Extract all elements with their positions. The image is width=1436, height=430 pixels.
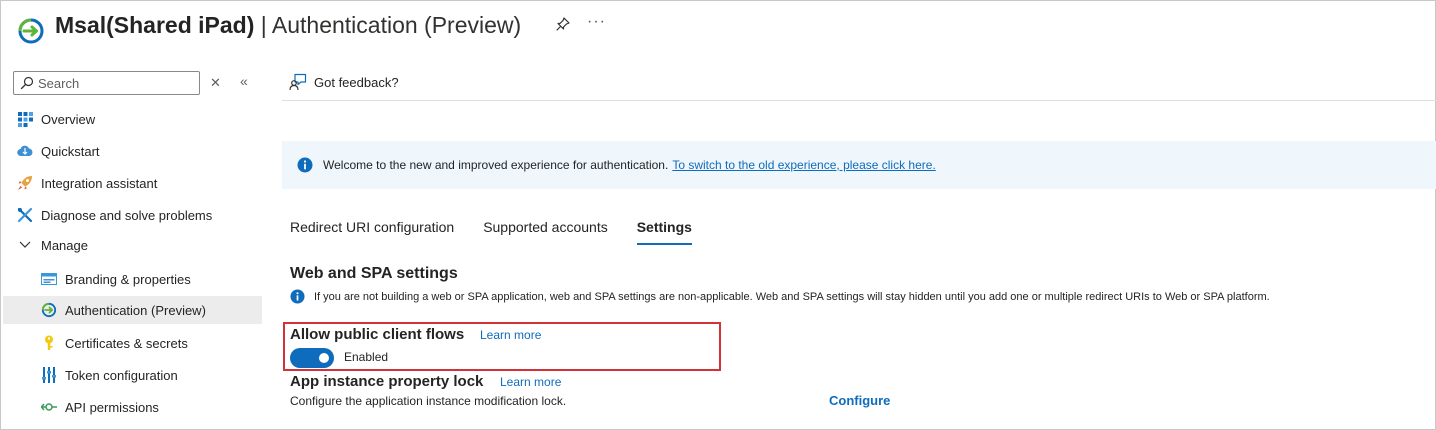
api-permissions-icon (41, 399, 57, 415)
page-title: Msal(Shared iPad) | Authentication (Prev… (55, 11, 521, 39)
info-banner: Welcome to the new and improved experien… (282, 141, 1436, 189)
tab-supported-accounts[interactable]: Supported accounts (483, 219, 608, 245)
app-instance-lock-learn-more-link[interactable]: Learn more (500, 375, 561, 389)
search-icon (20, 76, 34, 90)
sidebar-item-label: Diagnose and solve problems (41, 207, 213, 223)
toolbar-divider (282, 100, 1436, 101)
tab-settings[interactable]: Settings (636, 219, 692, 245)
info-icon (290, 289, 305, 304)
toggle-state-label: Enabled (344, 350, 389, 364)
sidebar-item-certificates[interactable]: Certificates & secrets (41, 329, 188, 357)
sidebar-item-label: Certificates & secrets (65, 335, 188, 351)
sidebar-group-manage[interactable]: Manage (17, 231, 88, 259)
sidebar-item-label: Quickstart (41, 143, 100, 159)
sidebar-item-integration-assistant[interactable]: Integration assistant (17, 169, 157, 197)
sidebar-search-box[interactable] (13, 71, 200, 95)
title-separator: | (260, 12, 267, 38)
sidebar-item-quickstart[interactable]: Quickstart (17, 137, 100, 165)
search-input[interactable] (38, 75, 198, 91)
app-instance-lock-title: App instance property lock (290, 373, 484, 390)
public-client-flows-title: Allow public client flows (290, 326, 465, 343)
cloud-icon (17, 143, 33, 159)
branding-icon (41, 271, 57, 287)
feedback-label: Got feedback? (314, 74, 399, 90)
sidebar-item-label: Manage (41, 237, 88, 253)
banner-text: Welcome to the new and improved experien… (323, 158, 669, 172)
token-bars-icon (41, 367, 57, 383)
public-client-learn-more-link[interactable]: Learn more (480, 328, 541, 342)
web-spa-section-title: Web and SPA settings (290, 265, 458, 282)
sidebar-item-label: Overview (41, 111, 96, 127)
public-client-toggle[interactable] (290, 348, 334, 368)
key-icon (41, 335, 57, 351)
clear-search-icon[interactable]: ✕ (210, 75, 221, 91)
chevron-down-icon (17, 237, 33, 253)
sidebar-item-overview[interactable]: Overview (17, 105, 95, 133)
tab-bar: Redirect URI configuration Supported acc… (290, 219, 721, 245)
window-frame: Msal(Shared iPad) | Authentication (Prev… (0, 0, 1436, 430)
sidebar-item-authentication[interactable]: Authentication (Preview) (3, 296, 262, 324)
configure-button[interactable]: Configure (829, 393, 890, 408)
rocket-icon (17, 175, 33, 191)
tab-redirect-uri[interactable]: Redirect URI configuration (290, 219, 454, 245)
sidebar-item-diagnose[interactable]: Diagnose and solve problems (17, 201, 212, 229)
collapse-sidebar-icon[interactable]: « (240, 73, 248, 89)
sidebar-item-label: API permissions (65, 399, 159, 415)
pin-icon[interactable] (555, 16, 571, 32)
feedback-button[interactable]: Got feedback? (289, 73, 399, 91)
authentication-icon (41, 302, 57, 318)
sidebar-item-label: Branding & properties (65, 271, 191, 287)
web-spa-info-text: If you are not building a web or SPA app… (314, 290, 1270, 303)
more-options-icon[interactable]: ··· (587, 13, 606, 31)
web-spa-info: If you are not building a web or SPA app… (290, 289, 1270, 304)
blade-title: Authentication (Preview) (271, 12, 522, 38)
app-registration-icon (18, 18, 44, 44)
info-icon (297, 157, 313, 173)
feedback-icon (289, 73, 307, 91)
app-name: Msal(Shared iPad) (55, 12, 255, 38)
app-instance-lock-description: Configure the application instance modif… (290, 394, 567, 408)
sidebar-item-label: Integration assistant (41, 175, 158, 191)
sidebar-item-label: Token configuration (65, 367, 178, 383)
old-experience-link[interactable]: To switch to the old experience, please … (672, 158, 935, 172)
sidebar-item-api-permissions[interactable]: API permissions (41, 393, 159, 421)
sidebar-item-branding[interactable]: Branding & properties (41, 265, 191, 293)
wrench-icon (17, 207, 33, 223)
sidebar-item-label: Authentication (Preview) (65, 302, 206, 318)
grid-icon (17, 111, 33, 127)
toggle-knob (319, 353, 329, 363)
sidebar-item-token-configuration[interactable]: Token configuration (41, 361, 178, 389)
